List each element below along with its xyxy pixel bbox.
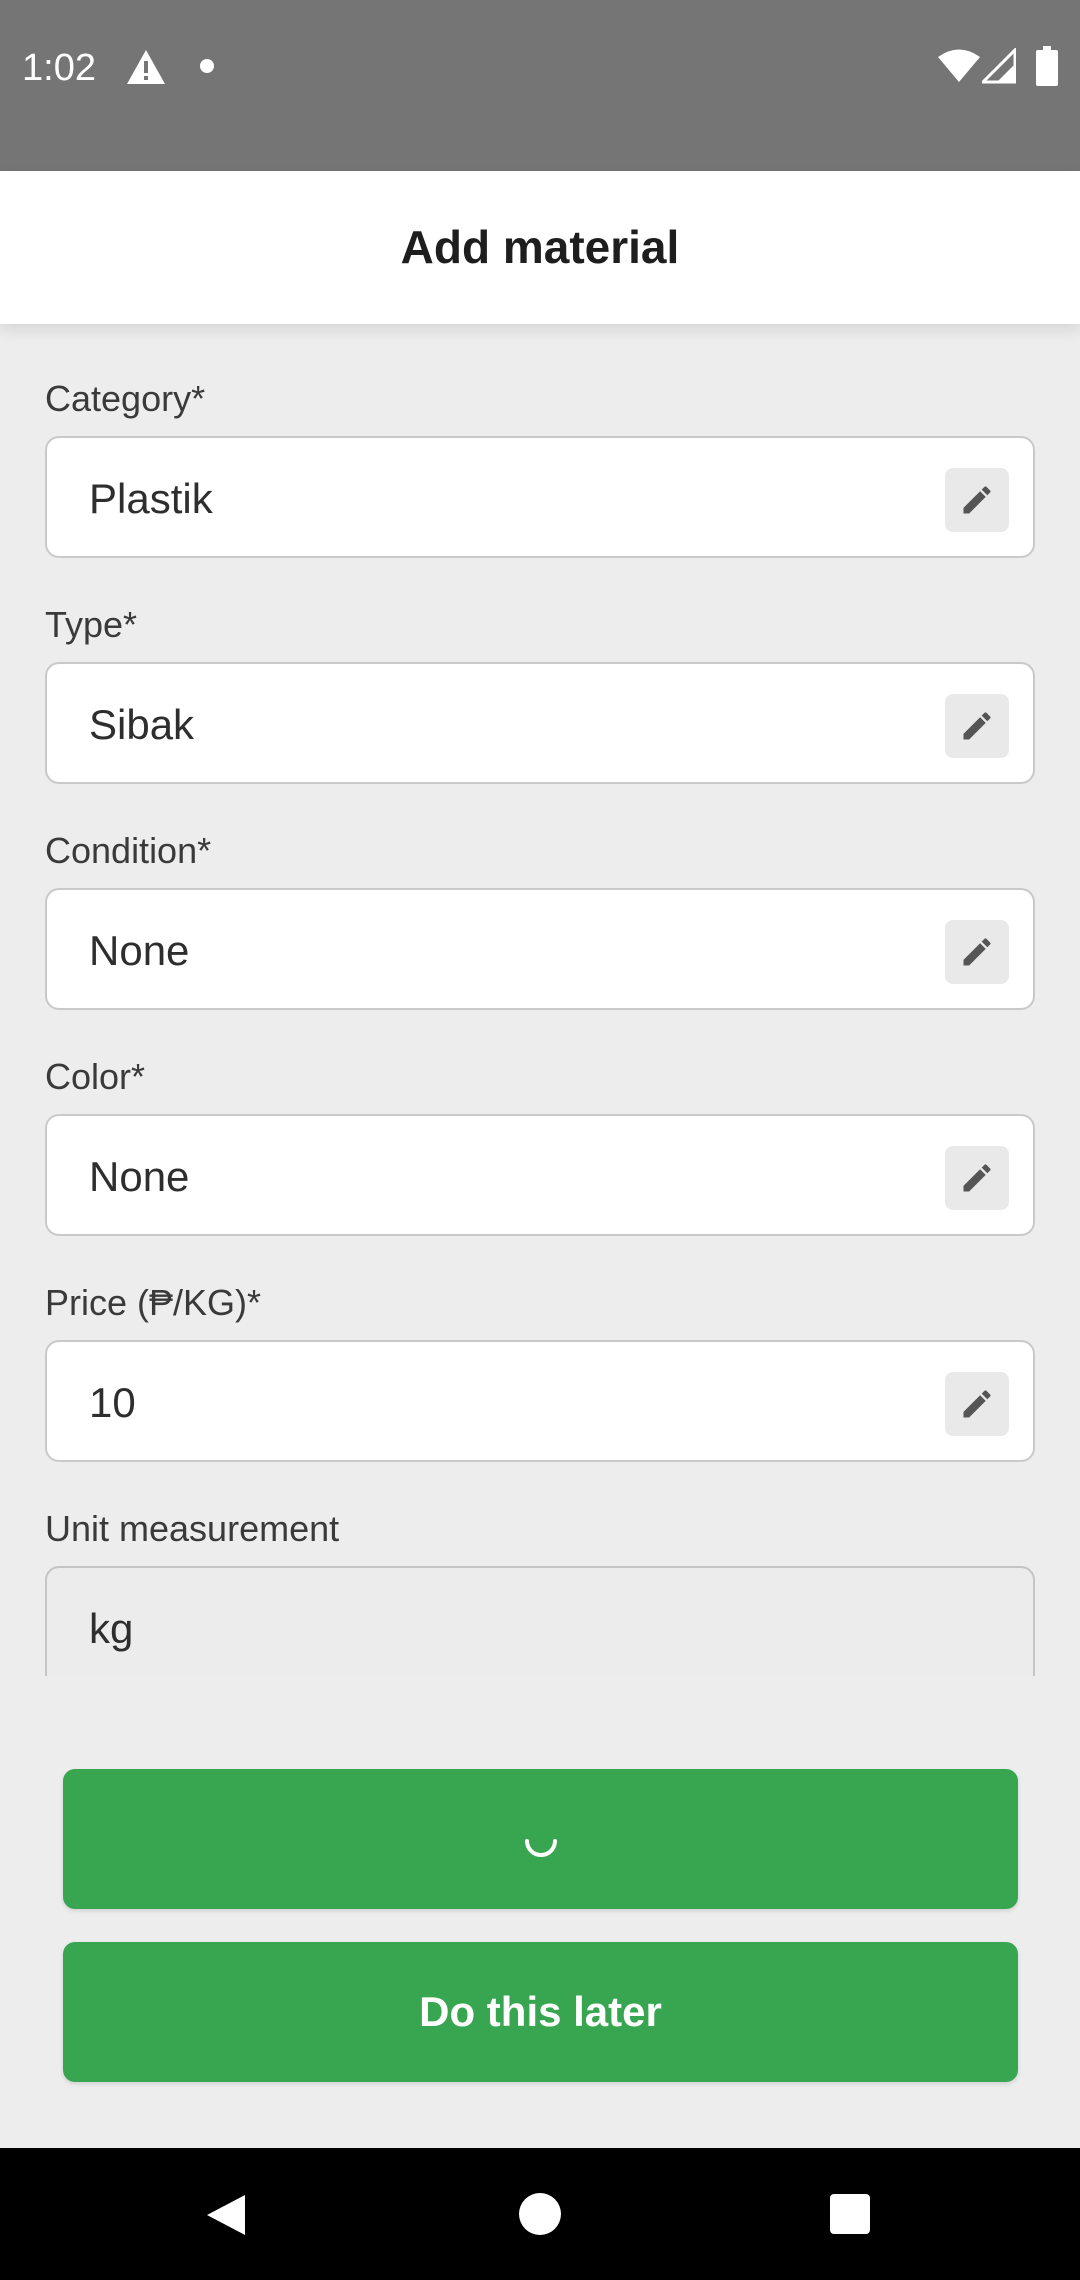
unit-measurement-field: kg (45, 1566, 1035, 1676)
app-bar: Add material (0, 171, 1080, 324)
status-bar: 1:02 (0, 0, 1080, 171)
color-value: None (89, 1153, 190, 1200)
type-edit-button[interactable] (945, 694, 1009, 758)
price-field[interactable]: 10 (45, 1340, 1035, 1462)
category-field[interactable]: Plastik (45, 436, 1035, 558)
pencil-icon (963, 486, 991, 514)
pencil-icon (963, 1164, 991, 1192)
wifi-icon (938, 49, 980, 82)
color-label: Color* (45, 1056, 146, 1097)
condition-field[interactable]: None (45, 888, 1035, 1010)
color-field[interactable]: None (45, 1114, 1035, 1236)
type-value: Sibak (89, 701, 195, 748)
notification-dot-icon (200, 59, 214, 73)
type-field[interactable]: Sibak (45, 662, 1035, 784)
category-label: Category* (45, 378, 206, 419)
condition-edit-button[interactable] (945, 920, 1009, 984)
home-icon[interactable] (519, 2193, 561, 2235)
do-this-later-button[interactable]: Do this later (63, 1942, 1018, 2082)
condition-label: Condition* (45, 830, 212, 871)
recent-apps-icon[interactable] (830, 2194, 870, 2234)
category-value: Plastik (89, 475, 213, 522)
loading-spinner-icon (524, 1839, 557, 1857)
page-title: Add material (400, 221, 680, 273)
navigation-bar (0, 2148, 1080, 2280)
pencil-icon (963, 938, 991, 966)
type-label: Type* (45, 604, 138, 645)
pencil-icon (963, 1390, 991, 1418)
condition-value: None (89, 927, 190, 974)
category-edit-button[interactable] (945, 468, 1009, 532)
do-this-later-label: Do this later (419, 1988, 662, 2035)
warning-icon (127, 50, 165, 84)
battery-icon (1036, 46, 1058, 86)
signal-icon (982, 48, 1016, 84)
unit-measurement-value: kg (89, 1605, 134, 1652)
color-edit-button[interactable] (945, 1146, 1009, 1210)
price-value: 10 (89, 1379, 136, 1426)
submit-button[interactable] (63, 1769, 1018, 1909)
unit-measurement-label: Unit measurement (45, 1508, 340, 1549)
material-form[interactable]: Category* Plastik Type* Sibak Condition*… (0, 324, 1080, 1676)
pencil-icon (963, 712, 991, 740)
back-icon[interactable] (205, 2193, 247, 2237)
price-edit-button[interactable] (945, 1372, 1009, 1436)
price-label: Price (₱/KG)* (45, 1282, 262, 1323)
status-time: 1:02 (22, 47, 96, 89)
